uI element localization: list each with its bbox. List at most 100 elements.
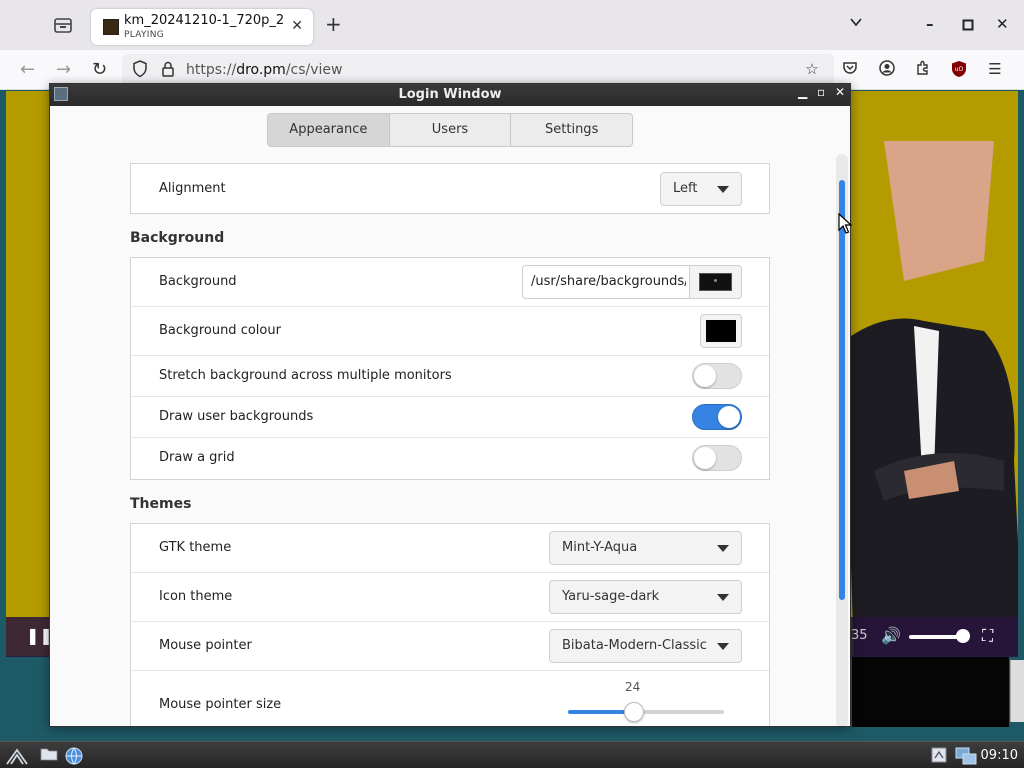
- gtk-theme-label: GTK theme: [159, 540, 232, 555]
- tab-playing-status: PLAYING: [124, 30, 165, 40]
- background-path: /usr/share/backgrounds/: [531, 274, 686, 289]
- mouse-pointer-size-label: Mouse pointer size: [159, 697, 282, 712]
- maximize-icon[interactable]: ▫: [817, 85, 825, 99]
- themes-section-heading: Themes: [130, 496, 192, 512]
- ublock-icon[interactable]: uO: [949, 60, 969, 80]
- clipboard-icon[interactable]: [930, 746, 950, 766]
- window-close-icon[interactable]: ✕: [996, 15, 1009, 33]
- image-preview-icon: [699, 273, 732, 291]
- tab-title: km_20241210-1_720p_24fps: [124, 13, 284, 28]
- volume-slider-knob[interactable]: [956, 629, 970, 643]
- alignment-group: Alignment Left: [130, 163, 770, 214]
- icon-theme-value: Yaru-sage-dark: [562, 589, 660, 604]
- alignment-label: Alignment: [159, 181, 226, 196]
- gtk-theme-value: Mint-Y-Aqua: [562, 540, 638, 555]
- file-manager-icon[interactable]: [40, 746, 60, 766]
- stretch-row: Stretch background across multiple monit…: [131, 356, 769, 397]
- tab-users[interactable]: Users: [390, 114, 512, 146]
- background-colour-button[interactable]: [700, 314, 742, 348]
- mouse-pointer-row: Mouse pointer Bibata-Modern-Classic: [131, 622, 769, 671]
- draw-user-backgrounds-row: Draw user backgrounds: [131, 397, 769, 438]
- login-window-dialog: Login Window ▁ ▫ ✕ Appearance Users Sett…: [49, 83, 851, 727]
- stretch-label: Stretch background across multiple monit…: [159, 368, 452, 383]
- lock-icon[interactable]: [158, 60, 178, 80]
- shield-icon[interactable]: [130, 60, 150, 80]
- background-section-heading: Background: [130, 230, 225, 246]
- background-group: Background /usr/share/backgrounds/ Backg…: [130, 257, 770, 480]
- tab-list-chevron-down-icon[interactable]: [849, 15, 863, 33]
- chevron-down-icon: [717, 594, 729, 601]
- background-row: Background /usr/share/backgrounds/: [131, 258, 769, 307]
- account-icon[interactable]: [877, 60, 897, 80]
- tab-settings[interactable]: Settings: [511, 114, 632, 146]
- background-file-chooser[interactable]: /usr/share/backgrounds/: [522, 265, 742, 299]
- background-label: Background: [159, 274, 237, 289]
- extensions-icon[interactable]: [913, 60, 933, 80]
- tab-appearance[interactable]: Appearance: [268, 114, 390, 146]
- background-colour-row: Background colour: [131, 307, 769, 356]
- back-icon[interactable]: ←: [20, 59, 35, 80]
- reload-icon[interactable]: ↻: [92, 59, 107, 80]
- chevron-down-icon: [717, 186, 729, 193]
- dialog-titlebar[interactable]: Login Window ▁ ▫ ✕: [50, 84, 850, 106]
- minimize-icon[interactable]: –: [926, 15, 934, 33]
- icon-theme-label: Icon theme: [159, 589, 233, 604]
- draw-grid-row: Draw a grid: [131, 438, 769, 479]
- background-window-scrollbar: [1010, 660, 1024, 722]
- pocket-icon[interactable]: [840, 60, 860, 80]
- chevron-down-icon: [717, 545, 729, 552]
- minimize-icon[interactable]: ▁: [798, 85, 807, 99]
- colour-swatch: [706, 320, 736, 342]
- gtk-theme-dropdown[interactable]: Mint-Y-Aqua: [549, 531, 742, 565]
- gtk-theme-row: GTK theme Mint-Y-Aqua: [131, 524, 769, 573]
- themes-group: GTK theme Mint-Y-Aqua Icon theme Yaru-sa…: [130, 523, 770, 726]
- network-icon[interactable]: [955, 746, 977, 766]
- dialog-title: Login Window: [398, 87, 502, 102]
- browser-globe-icon[interactable]: [64, 746, 84, 766]
- video-person-image: [844, 141, 1018, 656]
- mouse-pointer-dropdown[interactable]: Bibata-Modern-Classic: [549, 629, 742, 663]
- start-menu-icon[interactable]: [6, 746, 28, 766]
- browser-tab-bar: km_20241210-1_720p_24fps PLAYING ✕ + – ✕: [0, 0, 1024, 50]
- taskbar: 09:10: [0, 741, 1024, 768]
- draw-user-backgrounds-label: Draw user backgrounds: [159, 409, 314, 424]
- svg-text:uO: uO: [955, 66, 964, 73]
- menu-icon[interactable]: ☰: [985, 60, 1005, 80]
- browser-tab[interactable]: km_20241210-1_720p_24fps PLAYING ✕: [91, 9, 313, 45]
- mouse-pointer-size-value: 24: [625, 680, 641, 694]
- maximize-icon[interactable]: [962, 17, 974, 35]
- close-icon[interactable]: ✕: [291, 18, 303, 34]
- draw-user-backgrounds-toggle[interactable]: [692, 404, 742, 430]
- mouse-cursor-icon: [838, 213, 852, 234]
- background-colour-label: Background colour: [159, 323, 281, 338]
- background-file-button[interactable]: [689, 266, 741, 298]
- dialog-scrollbar[interactable]: [836, 154, 848, 726]
- mouse-pointer-size-slider-knob[interactable]: [624, 702, 644, 722]
- volume-icon[interactable]: 🔊: [881, 626, 901, 645]
- stack-switcher: Appearance Users Settings: [267, 113, 633, 147]
- chevron-down-icon: [717, 643, 729, 650]
- video-time: 35: [851, 628, 868, 643]
- forward-icon[interactable]: →: [56, 59, 71, 80]
- mouse-pointer-value: Bibata-Modern-Classic: [562, 638, 707, 653]
- close-icon[interactable]: ✕: [835, 85, 845, 99]
- bookmark-star-icon[interactable]: ☆: [802, 60, 822, 80]
- tab-favicon: [103, 19, 119, 35]
- icon-theme-row: Icon theme Yaru-sage-dark: [131, 573, 769, 622]
- tab-tray-icon[interactable]: [52, 15, 76, 37]
- background-window: [852, 657, 1009, 727]
- url-bar[interactable]: https://dro.pm/cs/view: [122, 54, 834, 86]
- alignment-dropdown[interactable]: Left: [660, 172, 742, 206]
- icon-theme-dropdown[interactable]: Yaru-sage-dark: [549, 580, 742, 614]
- draw-grid-toggle[interactable]: [692, 445, 742, 471]
- dialog-scrollbar-thumb[interactable]: [839, 180, 845, 600]
- url-text: https://dro.pm/cs/view: [186, 62, 343, 78]
- alignment-value: Left: [673, 181, 698, 196]
- new-tab-icon[interactable]: +: [325, 14, 342, 34]
- fullscreen-icon[interactable]: ⛶: [982, 626, 993, 646]
- mouse-pointer-label: Mouse pointer: [159, 638, 252, 653]
- clock: 09:10: [980, 748, 1018, 763]
- stretch-toggle[interactable]: [692, 363, 742, 389]
- mouse-pointer-size-row: Mouse pointer size 24: [131, 671, 769, 726]
- draw-grid-label: Draw a grid: [159, 450, 235, 465]
